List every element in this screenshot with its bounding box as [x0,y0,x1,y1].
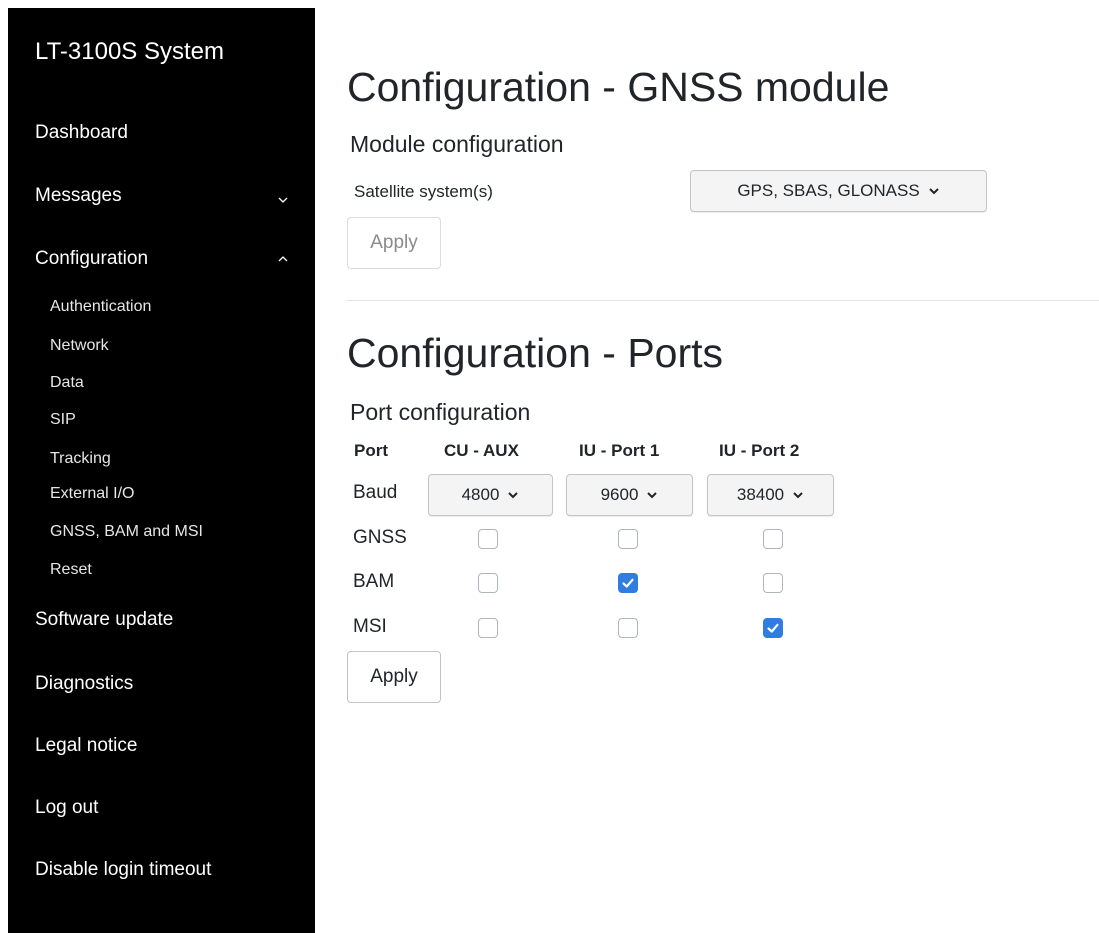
sidebar-item-log-out[interactable]: Log out [35,797,290,819]
sidebar-subitem-tracking[interactable]: Tracking [50,450,111,468]
gnss-section-title: Configuration - GNSS module [347,64,890,110]
sidebar-subitem-data[interactable]: Data [50,374,84,392]
chevron-down-icon [792,489,804,501]
sidebar-item-label: Legal notice [35,735,138,756]
chevron-down-icon [276,193,290,207]
sidebar-subitem-reset[interactable]: Reset [50,561,92,579]
sidebar-item-dashboard[interactable]: Dashboard [35,122,290,144]
sidebar-subitem-network[interactable]: Network [50,337,109,355]
sidebar-subitem-external-io[interactable]: External I/O [50,485,134,503]
checkbox-msi-iu-port-1[interactable] [618,618,638,638]
checkbox-msi-iu-port-2[interactable] [763,618,783,638]
sidebar-item-label: Messages [35,185,122,206]
sidebar-item-label: Disable login timeout [35,859,212,880]
checkmark-icon [622,578,634,588]
sidebar-item-legal-notice[interactable]: Legal notice [35,735,290,757]
row-label-bam: BAM [353,571,395,592]
ports-apply-button[interactable]: Apply [347,651,441,703]
sidebar: LT-3100S System Dashboard Messages Confi… [8,8,315,933]
sidebar-item-label: Dashboard [35,122,128,143]
select-value: 4800 [461,485,500,504]
checkbox-bam-iu-port-2[interactable] [763,573,783,593]
column-header-iu-port-2: IU - Port 2 [719,441,800,460]
checkbox-bam-cu-aux[interactable] [478,573,498,593]
sidebar-item-label: Configuration [35,248,149,269]
row-label-gnss: GNSS [353,527,407,548]
select-value: 9600 [600,485,639,504]
ports-section-title: Configuration - Ports [347,330,724,376]
sidebar-subitem-authentication[interactable]: Authentication [50,298,151,316]
checkbox-gnss-iu-port-2[interactable] [763,529,783,549]
row-label-baud: Baud [353,482,398,503]
section-divider [347,300,1099,301]
baud-select-cu-aux[interactable]: 4800 [428,474,553,516]
main-content: Configuration - GNSS module Module confi… [315,8,1099,933]
column-header-cu-aux: CU - AUX [444,441,519,460]
sidebar-item-disable-login-timeout[interactable]: Disable login timeout [35,859,290,881]
checkbox-bam-iu-port-1[interactable] [618,573,638,593]
sidebar-item-label: Log out [35,797,99,818]
sidebar-item-label: Software update [35,609,174,630]
checkbox-msi-cu-aux[interactable] [478,618,498,638]
window-frame-left [0,8,8,933]
sidebar-subitem-sip[interactable]: SIP [50,411,76,429]
brand-title[interactable]: LT-3100S System [35,38,224,66]
satellite-system-select[interactable]: GPS, SBAS, GLONASS [690,170,987,212]
checkbox-gnss-iu-port-1[interactable] [618,529,638,549]
sidebar-item-configuration[interactable]: Configuration [35,248,290,270]
ports-section-subtitle: Port configuration [350,399,531,425]
window-frame-top [0,0,1099,8]
sidebar-item-label: Diagnostics [35,673,134,694]
sidebar-item-messages[interactable]: Messages [35,185,290,207]
gnss-section-subtitle: Module configuration [350,131,564,157]
select-value: GPS, SBAS, GLONASS [737,181,920,200]
satellite-system-label: Satellite system(s) [354,182,493,201]
baud-select-iu-port-1[interactable]: 9600 [566,474,693,516]
chevron-up-icon [276,252,290,266]
chevron-down-icon [928,185,940,197]
sidebar-item-software-update[interactable]: Software update [35,609,290,631]
checkmark-icon [767,623,779,633]
row-label-msi: MSI [353,616,387,637]
column-header-iu-port-1: IU - Port 1 [579,441,660,460]
sidebar-item-diagnostics[interactable]: Diagnostics [35,673,290,695]
select-value: 38400 [736,485,785,504]
checkbox-gnss-cu-aux[interactable] [478,529,498,549]
sidebar-subitem-gnss-bam-msi[interactable]: GNSS, BAM and MSI [50,523,203,541]
gnss-apply-button[interactable]: Apply [347,217,441,269]
column-header-port: Port [354,441,388,460]
baud-select-iu-port-2[interactable]: 38400 [707,474,834,516]
chevron-down-icon [507,489,519,501]
chevron-down-icon [646,489,658,501]
